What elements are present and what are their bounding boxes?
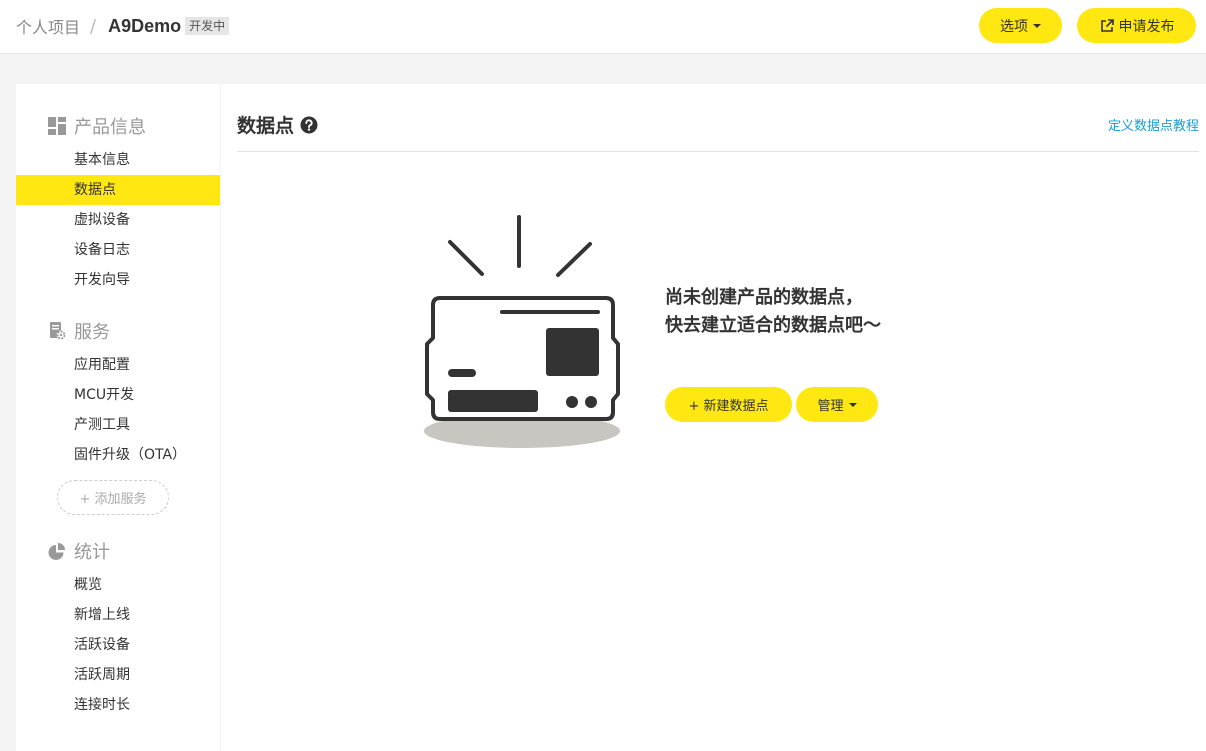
sidebar-item-connect-duration[interactable]: 连接时长 (16, 690, 220, 720)
sidebar-item-basic-info[interactable]: 基本信息 (16, 145, 220, 175)
breadcrumb: 个人项目 / A9Demo 开发中 (16, 14, 230, 38)
group-statistics: 统计 (48, 539, 110, 563)
divider (237, 151, 1199, 152)
help-icon[interactable] (300, 116, 318, 134)
breadcrumb-root-link[interactable]: 个人项目 (16, 14, 80, 38)
chevron-down-icon (848, 402, 857, 407)
sidebar-item-new-online[interactable]: 新增上线 (16, 600, 220, 630)
group-product-info: 产品信息 (48, 114, 146, 138)
sidebar-item-active-devices[interactable]: 活跃设备 (16, 630, 220, 660)
new-datapoint-button[interactable]: + 新建数据点 (665, 387, 792, 422)
add-service-button[interactable]: + 添加服务 (57, 480, 169, 515)
options-dropdown-button[interactable]: 选项 (979, 8, 1062, 43)
dashboard-icon (48, 117, 66, 135)
sidebar-item-dev-guide[interactable]: 开发向导 (16, 265, 220, 295)
group-services: 服务 (48, 319, 110, 343)
product-name: A9Demo (108, 15, 182, 36)
sidebar-item-datapoints[interactable]: 数据点 (16, 175, 220, 205)
sidebar-item-mcu-dev[interactable]: MCU开发 (16, 380, 220, 410)
publish-label: 申请发布 (1118, 18, 1175, 35)
sidebar-item-virtual-device[interactable]: 虚拟设备 (16, 205, 220, 235)
manage-label: 管理 (817, 399, 844, 414)
chevron-down-icon (1033, 23, 1041, 28)
options-label: 选项 (1000, 18, 1028, 35)
empty-state-line-2: 快去建立适合的数据点吧～ (665, 315, 881, 336)
device-illustration-icon (424, 215, 620, 448)
empty-state-line-1: 尚未创建产品的数据点， (665, 287, 863, 308)
status-badge: 开发中 (185, 17, 230, 35)
group-title: 产品信息 (74, 117, 146, 138)
sidebar-item-active-period[interactable]: 活跃周期 (16, 660, 220, 690)
page-title: 数据点 (237, 111, 318, 138)
sidebar-item-overview[interactable]: 概览 (16, 570, 220, 600)
external-link-icon (1100, 18, 1114, 32)
sidebar-item-device-log[interactable]: 设备日志 (16, 235, 220, 265)
service-gear-icon (50, 322, 66, 340)
pie-chart-icon (48, 543, 65, 560)
main-content: 数据点 定义数据点教程 尚未创建产品的数据点， 快去建立适合的数据点吧～ + 新… (221, 84, 1206, 751)
top-bar: 个人项目 / A9Demo 开发中 选项 申请发布 (0, 0, 1206, 54)
publish-button[interactable]: 申请发布 (1077, 8, 1196, 43)
sidebar: 产品信息 基本信息 数据点 虚拟设备 设备日志 开发向导 服务 应用配置 MCU… (16, 84, 220, 751)
sidebar-item-app-config[interactable]: 应用配置 (16, 350, 220, 380)
manage-dropdown-button[interactable]: 管理 (796, 387, 878, 422)
empty-state-message: 尚未创建产品的数据点， 快去建立适合的数据点吧～ (665, 284, 881, 340)
group-title: 统计 (74, 542, 110, 563)
sidebar-item-factory-test[interactable]: 产测工具 (16, 410, 220, 440)
breadcrumb-separator: / (90, 15, 97, 37)
datapoint-tutorial-link[interactable]: 定义数据点教程 (1108, 115, 1199, 134)
sidebar-item-ota[interactable]: 固件升级（OTA） (16, 440, 220, 470)
group-title: 服务 (74, 322, 110, 343)
page-title-text: 数据点 (237, 115, 295, 137)
